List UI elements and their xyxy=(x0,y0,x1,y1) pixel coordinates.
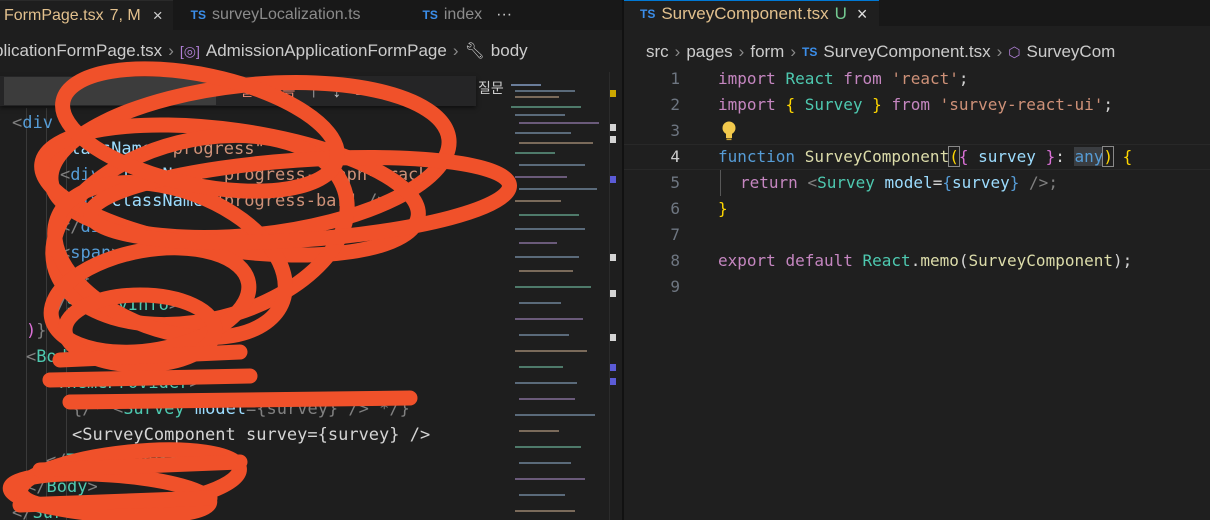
breadcrumb-item[interactable]: src xyxy=(646,42,669,62)
typescript-icon: TS xyxy=(802,45,818,59)
chevron-right-icon: › xyxy=(674,42,681,61)
line-number: 4 xyxy=(670,147,680,166)
vertical-scrollbar[interactable] xyxy=(609,72,622,520)
code-line-2: import { Survey } from 'survey-react-ui'… xyxy=(718,95,1114,114)
tab-survey-localization[interactable]: TS surveyLocalization.ts xyxy=(173,0,371,30)
tab-status: U xyxy=(834,4,847,23)
line-number: 6 xyxy=(670,199,680,218)
arrow-down-icon[interactable]: ↓ xyxy=(332,81,341,102)
code-line-4: function SurveyComponent({ survey }: any… xyxy=(718,146,1133,167)
line-number: 7 xyxy=(670,225,680,244)
overflow-text: 질문 xyxy=(478,80,504,96)
selection-icon[interactable]: ≡ xyxy=(355,81,366,102)
typescript-icon: TS xyxy=(190,8,206,22)
close-icon[interactable]: × xyxy=(153,6,163,26)
chevron-right-icon: › xyxy=(168,41,174,60)
tab-label: SurveyComponent.tsx xyxy=(661,4,829,23)
tab-status: 7, M xyxy=(109,6,141,24)
right-code-area[interactable]: 1 2 3 4 5 6 7 8 9 import React from 'rea… xyxy=(624,66,1210,366)
line-number: 8 xyxy=(670,251,680,270)
right-editor-pane: TS SurveyComponent.tsx U × src › pages ›… xyxy=(624,0,1210,520)
line-number: 9 xyxy=(670,277,680,296)
line-number: 5 xyxy=(670,173,680,192)
arrow-up-icon[interactable]: ↑ xyxy=(309,81,318,102)
tab-survey-component[interactable]: TS SurveyComponent.tsx U × xyxy=(624,0,880,27)
more-tabs-button[interactable]: ··· xyxy=(492,0,522,30)
tab-index[interactable]: TS index xyxy=(371,0,493,30)
left-editor-pane: FormPage.tsx 7, M × TS surveyLocalizatio… xyxy=(0,0,622,520)
chevron-right-icon: › xyxy=(452,41,459,60)
breadcrumb: plicationFormPage.tsx › [◎] AdmissionApp… xyxy=(0,30,622,72)
left-tab-bar: FormPage.tsx 7, M × TS surveyLocalizatio… xyxy=(0,0,622,30)
typescript-icon: TS xyxy=(422,8,438,22)
breadcrumb-item[interactable]: SurveyCom xyxy=(1027,42,1116,62)
tab-label: index xyxy=(443,6,483,23)
tab-label: surveyLocalization.ts xyxy=(212,6,361,23)
breadcrumb-item[interactable]: form xyxy=(750,42,784,62)
breadcrumb-file[interactable]: plicationFormPage.tsx xyxy=(0,41,162,61)
line-number: 1 xyxy=(670,69,680,88)
cube-icon: ⬡ xyxy=(1008,43,1021,60)
tab-form-page[interactable]: FormPage.tsx 7, M × xyxy=(0,0,173,30)
code-line-6: } xyxy=(718,199,728,218)
breadcrumb-symbol[interactable]: AdmissionApplicationFormPage xyxy=(206,41,447,61)
code-line-8: export default React.memo(SurveyComponen… xyxy=(718,251,1133,270)
find-widget: 결과 없음 ↑ ↓ ≡ × xyxy=(0,76,476,106)
code-line-5: return <Survey model={survey} />; xyxy=(740,173,1058,192)
find-input[interactable] xyxy=(4,77,216,105)
ellipsis-icon: ··· xyxy=(496,6,513,23)
right-tab-bar: TS SurveyComponent.tsx U × xyxy=(624,0,1210,27)
wrench-icon: 🔧︎ xyxy=(464,43,485,60)
survey-component-line: <SurveyComponent survey={survey} /> xyxy=(72,422,430,448)
symbol-icon: [◎] xyxy=(179,42,200,59)
line-number: 3 xyxy=(670,121,680,140)
close-icon[interactable]: × xyxy=(857,4,868,25)
tab-label: FormPage.tsx xyxy=(4,6,104,24)
find-result-text: 결과 없음 xyxy=(240,83,296,99)
chevron-right-icon: › xyxy=(738,42,745,61)
close-icon[interactable]: × xyxy=(380,81,391,102)
chevron-right-icon: › xyxy=(790,42,797,61)
chevron-right-icon: › xyxy=(996,42,1003,61)
breadcrumb-item[interactable]: pages xyxy=(686,42,732,62)
typescript-icon: TS xyxy=(640,7,656,21)
code-line: <SurveyComponent survey={survey} /> xyxy=(72,425,431,445)
left-code-area[interactable]: <div className="progress" <div className… xyxy=(0,108,505,520)
lightbulb-icon[interactable] xyxy=(720,120,738,142)
code-line-1: import React from 'react'; xyxy=(718,69,969,88)
minimap[interactable] xyxy=(505,72,609,520)
breadcrumb-item[interactable]: SurveyComponent.tsx xyxy=(823,42,990,62)
breadcrumb-element[interactable]: body xyxy=(491,41,528,61)
line-number: 2 xyxy=(670,95,680,114)
